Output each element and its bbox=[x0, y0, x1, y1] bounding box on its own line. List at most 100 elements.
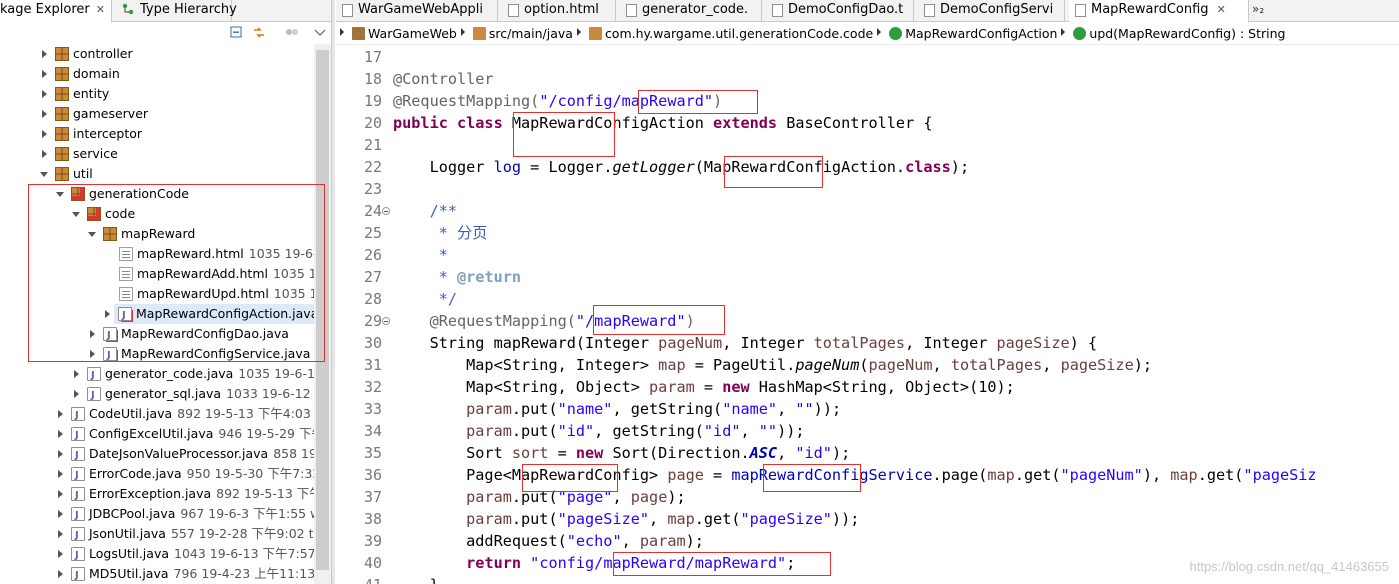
tree-item[interactable]: DateJsonValueProcessor.java858 19-5-1 bbox=[0, 444, 331, 466]
chevron-right-icon[interactable] bbox=[42, 130, 47, 138]
chevron-down-icon[interactable] bbox=[56, 192, 64, 197]
chevron-right-icon[interactable] bbox=[42, 110, 47, 118]
chevron-right-icon[interactable] bbox=[58, 470, 63, 478]
tree-item[interactable]: ErrorException.java892 19-5-13 下午4:0 bbox=[0, 484, 331, 506]
tree-item[interactable]: domain bbox=[0, 64, 314, 84]
fold-toggle-icon[interactable] bbox=[382, 207, 390, 215]
breadcrumb-item[interactable]: com.hy.wargame.util.generationCode.code bbox=[605, 26, 873, 41]
editor-tab[interactable]: option.html bbox=[502, 0, 616, 22]
code-token: pageSize bbox=[996, 334, 1070, 352]
code-token: , Integer bbox=[722, 334, 814, 352]
chevron-right-icon[interactable] bbox=[105, 310, 110, 318]
java-file-icon bbox=[71, 406, 85, 426]
breadcrumb-item[interactable]: WarGameWeb bbox=[368, 26, 457, 41]
tree-item[interactable]: mapRewardUpd.html1035 19-6 bbox=[0, 284, 331, 304]
chevron-down-icon[interactable] bbox=[72, 212, 80, 217]
code-area[interactable]: @Controller @RequestMapping("/config/mapR… bbox=[393, 45, 1399, 584]
tree-item[interactable]: util bbox=[0, 164, 314, 184]
chevron-right-icon[interactable] bbox=[90, 330, 95, 338]
chevron-right-icon[interactable] bbox=[74, 370, 79, 378]
tree-item[interactable]: mapReward bbox=[0, 224, 314, 244]
chevron-right-icon[interactable] bbox=[42, 150, 47, 158]
chevron-down-icon[interactable] bbox=[40, 172, 48, 177]
editor-tab[interactable]: WarGameWebAppli bbox=[336, 0, 498, 22]
tab-type-hierarchy[interactable]: Type Hierarchy bbox=[118, 0, 237, 22]
tree-item[interactable]: generationCode bbox=[0, 184, 314, 204]
tree-item[interactable]: code bbox=[0, 204, 314, 224]
tree-item-name: mapReward.html bbox=[137, 246, 244, 261]
tree-item[interactable]: service bbox=[0, 144, 314, 164]
tree-item[interactable]: interceptor bbox=[0, 124, 314, 144]
panel-divider[interactable] bbox=[331, 0, 335, 584]
code-token: "pageSize" bbox=[740, 510, 832, 528]
editor-tab[interactable]: DemoConfigServi bbox=[918, 0, 1065, 22]
explorer-scrollbar[interactable] bbox=[314, 44, 331, 584]
tree-item[interactable]: mapRewardAdd.html 1035 19-6 bbox=[0, 264, 331, 284]
tree-item-label: service bbox=[73, 144, 118, 164]
tree-item[interactable]: JsonUtil.java 557 19-2-28 下午9:02 tomt bbox=[0, 524, 331, 546]
tree-item-name: controller bbox=[73, 46, 133, 61]
chevron-right-icon[interactable] bbox=[58, 490, 63, 498]
collapse-all-icon[interactable] bbox=[230, 26, 244, 39]
chevron-right-icon[interactable] bbox=[58, 430, 63, 438]
chevron-right-icon[interactable] bbox=[58, 530, 63, 538]
chevron-down-icon[interactable] bbox=[88, 232, 96, 237]
editor-tab[interactable]: generator_code. bbox=[620, 0, 762, 22]
tree-item[interactable]: controller bbox=[0, 44, 314, 64]
link-with-editor-icon[interactable] bbox=[252, 26, 266, 39]
chevron-right-icon[interactable] bbox=[58, 410, 63, 418]
chevron-right-icon[interactable] bbox=[58, 450, 63, 458]
breadcrumb-separator bbox=[340, 28, 344, 36]
code-token: "id" bbox=[703, 422, 741, 440]
tab-package-explorer-label: kage Explorer bbox=[0, 2, 90, 17]
filter-icon[interactable] bbox=[285, 26, 299, 39]
tree-item[interactable]: gameserver bbox=[0, 104, 314, 124]
editor-tab[interactable]: DemoConfigDao.t bbox=[766, 0, 914, 22]
package-icon bbox=[588, 27, 602, 40]
tree-item-label: interceptor bbox=[73, 124, 142, 144]
chevron-right-icon[interactable] bbox=[58, 570, 63, 578]
tab-overflow-button[interactable]: »₂ bbox=[1252, 2, 1264, 16]
close-icon[interactable]: ✕ bbox=[1217, 3, 1226, 16]
chevron-right-icon[interactable] bbox=[90, 350, 95, 358]
tree-item[interactable]: MapRewardConfigAction.java bbox=[105, 304, 318, 326]
line-number: 25 bbox=[363, 224, 382, 242]
fold-toggle-icon[interactable] bbox=[382, 317, 390, 325]
tree-item[interactable]: entity bbox=[0, 84, 314, 104]
chevron-right-icon[interactable] bbox=[42, 90, 47, 98]
tree-item[interactable]: MapRewardConfigService.java bbox=[0, 344, 314, 366]
java-file-icon bbox=[103, 326, 117, 346]
breadcrumb-item[interactable]: upd(MapRewardConfig) : String bbox=[1089, 26, 1285, 41]
tree-item[interactable]: MD5Util.java 796 19-4-23 上午11:13 wa bbox=[0, 564, 331, 584]
view-menu-icon[interactable] bbox=[313, 26, 327, 39]
tree-item[interactable]: MapRewardConfigDao.java bbox=[0, 324, 314, 346]
breadcrumb-item[interactable]: src/main/java bbox=[489, 26, 573, 41]
breadcrumb-item[interactable]: MapRewardConfigAction bbox=[905, 26, 1057, 41]
code-token: new bbox=[575, 444, 613, 462]
code-token: , bbox=[612, 488, 631, 506]
tree-item[interactable]: generator_code.java1035 19-6-12 下午 bbox=[0, 364, 331, 386]
chevron-right-icon[interactable] bbox=[58, 510, 63, 518]
editor-tab[interactable]: MapRewardConfig ✕ bbox=[1069, 0, 1249, 23]
chevron-right-icon[interactable] bbox=[42, 50, 47, 58]
tree-item-label: CodeUtil.java 892 19-5-13 下午4:03 wan bbox=[89, 404, 331, 424]
tree-item-meta: 1043 19-6-13 下午7:57 war bbox=[174, 546, 331, 561]
code-token: .put( bbox=[511, 422, 558, 440]
tree-item-name: MD5Util.java bbox=[89, 566, 169, 581]
tree-item-label: JDBCPool.java 967 19-6-3 下午1:55 wan bbox=[89, 504, 331, 524]
tree-item[interactable]: generator_sql.java1033 19-6-12 上午 bbox=[0, 384, 331, 406]
tree-item[interactable]: LogsUtil.java 1043 19-6-13 下午7:57 war bbox=[0, 544, 331, 566]
tree-item-name: util bbox=[73, 166, 93, 181]
chevron-right-icon[interactable] bbox=[42, 70, 47, 78]
tree-item[interactable]: JDBCPool.java 967 19-6-3 下午1:55 wan bbox=[0, 504, 331, 526]
tree-item[interactable]: CodeUtil.java 892 19-5-13 下午4:03 wan bbox=[0, 404, 331, 426]
tree-item[interactable]: ConfigExcelUtil.java946 19-5-29 下午9:0 bbox=[0, 424, 331, 446]
tree-item-name: MapRewardConfigService.java bbox=[121, 346, 311, 361]
explorer-scrollbar-thumb[interactable] bbox=[316, 50, 329, 570]
chevron-right-icon[interactable] bbox=[74, 390, 79, 398]
close-icon[interactable]: ✕ bbox=[96, 3, 105, 16]
chevron-right-icon[interactable] bbox=[58, 550, 63, 558]
tab-package-explorer[interactable]: kage Explorer ✕ bbox=[0, 0, 112, 23]
tree-item[interactable]: ErrorCode.java 950 19-5-30 下午7:32 to bbox=[0, 464, 331, 486]
tree-item[interactable]: mapReward.html1035 19-6-12 下 bbox=[0, 244, 331, 264]
